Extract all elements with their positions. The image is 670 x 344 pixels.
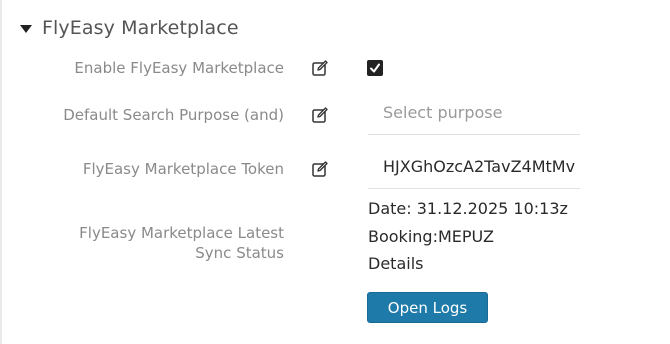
token-value: HJXGhOzcA2TavZ4MtMv xyxy=(383,157,576,176)
search-purpose-placeholder: Select purpose xyxy=(383,103,503,122)
search-purpose-select[interactable]: Select purpose xyxy=(368,95,580,135)
section-header[interactable]: FlyEasy Marketplace xyxy=(20,15,239,41)
section-divider xyxy=(0,0,2,344)
sync-date: Date: 31.12.2025 10:13z xyxy=(368,199,568,218)
caret-down-icon[interactable] xyxy=(20,25,32,33)
flyeasy-settings-panel: FlyEasy Marketplace Enable FlyEasy Marke… xyxy=(0,0,670,344)
search-purpose-label: Default Search Purpose (and) xyxy=(63,106,284,124)
edit-icon[interactable] xyxy=(311,59,329,77)
edit-icon[interactable] xyxy=(311,160,329,178)
token-field[interactable]: HJXGhOzcA2TavZ4MtMv xyxy=(368,149,580,189)
section-title: FlyEasy Marketplace xyxy=(42,17,239,39)
sync-status-label: FlyEasy Marketplace Latest Sync Status xyxy=(79,224,284,262)
check-icon xyxy=(370,63,380,73)
sync-details-link[interactable]: Details xyxy=(368,254,423,273)
token-label: FlyEasy Marketplace Token xyxy=(82,160,284,178)
enable-label: Enable FlyEasy Marketplace xyxy=(74,59,284,77)
sync-booking: Booking:MEPUZ xyxy=(368,227,494,246)
enable-checkbox[interactable] xyxy=(367,60,383,76)
open-logs-button[interactable]: Open Logs xyxy=(367,292,488,323)
edit-icon[interactable] xyxy=(311,106,329,124)
